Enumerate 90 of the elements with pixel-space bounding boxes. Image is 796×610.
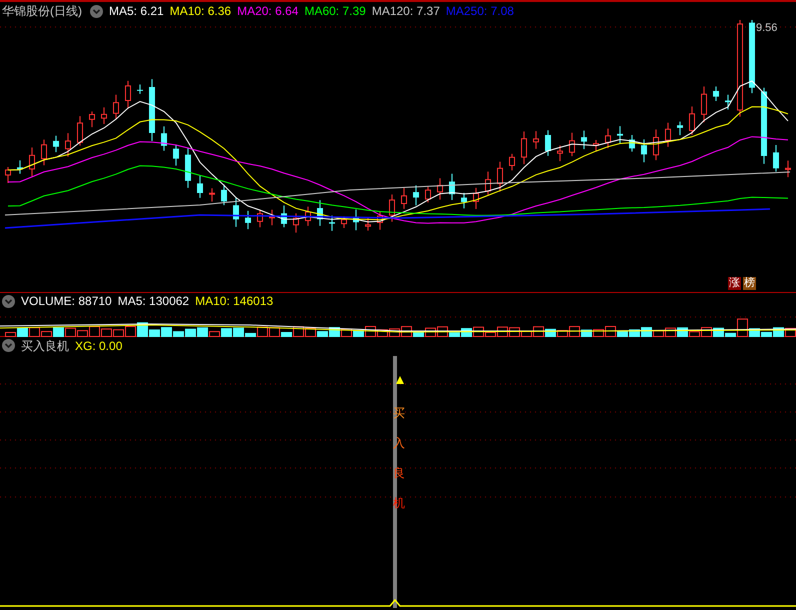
candlestick [29, 147, 35, 177]
high-price-label: 9.56 [755, 21, 778, 36]
candlestick [185, 147, 191, 188]
candlestick [269, 209, 275, 226]
candlestick [689, 106, 695, 136]
candlestick [257, 210, 263, 228]
candlestick [605, 128, 611, 149]
dropdown-icon[interactable] [2, 339, 15, 352]
candlestick [569, 132, 575, 157]
candlestick [449, 173, 455, 200]
volume-bar [125, 326, 136, 337]
indicator-value: MA120: 7.37 [372, 3, 440, 20]
candlestick [17, 160, 23, 174]
list-badge[interactable]: 榜 [743, 277, 756, 290]
triangle-icon [396, 376, 404, 384]
candlestick [425, 186, 431, 203]
candlestick [209, 188, 215, 202]
candlestick [173, 145, 179, 166]
candlestick [53, 135, 59, 153]
candlestick [125, 80, 131, 109]
candlestick [497, 161, 503, 192]
candlestick [653, 129, 659, 161]
indicator-value: VOLUME: 88710 [21, 293, 112, 310]
volume-bar [389, 328, 400, 337]
candlestick [713, 86, 719, 102]
indicator-value: MA20: 6.64 [237, 3, 298, 20]
candlestick [701, 86, 707, 123]
list-badge[interactable]: 涨 [728, 277, 741, 290]
candlestick [365, 216, 371, 232]
volume-bar [65, 328, 76, 337]
candlestick [317, 200, 323, 226]
candlestick [641, 138, 647, 163]
indicator-value: 买入良机 [21, 338, 69, 354]
candlestick [593, 140, 599, 152]
volume-bar [785, 328, 796, 337]
candlestick [161, 126, 167, 152]
candlestick [617, 126, 623, 144]
indicator-value: MA10: 6.36 [170, 3, 232, 20]
candlestick [41, 139, 47, 166]
candlestick [281, 204, 287, 228]
candlestick [149, 78, 155, 142]
candlestick [101, 106, 107, 124]
candlestick [113, 94, 119, 120]
candlestick [377, 210, 383, 230]
candlestick [77, 116, 83, 146]
indicator-value: MA5: 130062 [118, 293, 190, 310]
candlestick [293, 212, 299, 234]
volume-bar [341, 328, 352, 337]
candlestick [785, 160, 791, 178]
indicator-value: MA250: 7.08 [446, 3, 514, 20]
candlestick [389, 194, 395, 222]
candlestick [137, 84, 143, 94]
candlestick [485, 171, 491, 196]
indicator-value: MA5: 6.21 [109, 3, 164, 20]
candlestick [665, 122, 671, 148]
candlestick [545, 130, 551, 156]
candlestick [413, 184, 419, 206]
candlestick [197, 175, 203, 198]
candlestick [677, 121, 683, 136]
candlestick [581, 130, 587, 150]
candlestick [773, 144, 779, 172]
candlestick [401, 187, 407, 210]
volume-bar [101, 328, 112, 337]
dropdown-icon[interactable] [2, 294, 15, 308]
indicator-value: MA60: 7.39 [304, 3, 366, 20]
candlestick [509, 153, 515, 171]
candlestick [725, 94, 731, 110]
candlestick [437, 178, 443, 200]
candlestick [89, 110, 95, 128]
candlestick [221, 184, 227, 206]
candlestick [461, 192, 467, 209]
candlestick [329, 215, 335, 232]
indicator-value: MA10: 146013 [195, 293, 274, 310]
candlestick [629, 134, 635, 152]
candlestick [65, 132, 71, 158]
candlestick [233, 196, 239, 228]
candlestick [521, 131, 527, 165]
candlestick [533, 130, 539, 150]
indicator-value: XG: 0.00 [75, 338, 122, 354]
candlestick [353, 209, 359, 231]
volume-bar [185, 328, 196, 337]
candlestick [473, 187, 479, 210]
chart-title: 华锦股份(日线) [2, 3, 82, 20]
candlestick [5, 166, 11, 184]
candlestick [557, 145, 563, 162]
signal-text: 买入良机 [393, 405, 405, 512]
candlestick [305, 206, 311, 226]
dropdown-icon[interactable] [90, 4, 103, 18]
volume-bar [665, 328, 676, 337]
candlestick [245, 210, 251, 230]
